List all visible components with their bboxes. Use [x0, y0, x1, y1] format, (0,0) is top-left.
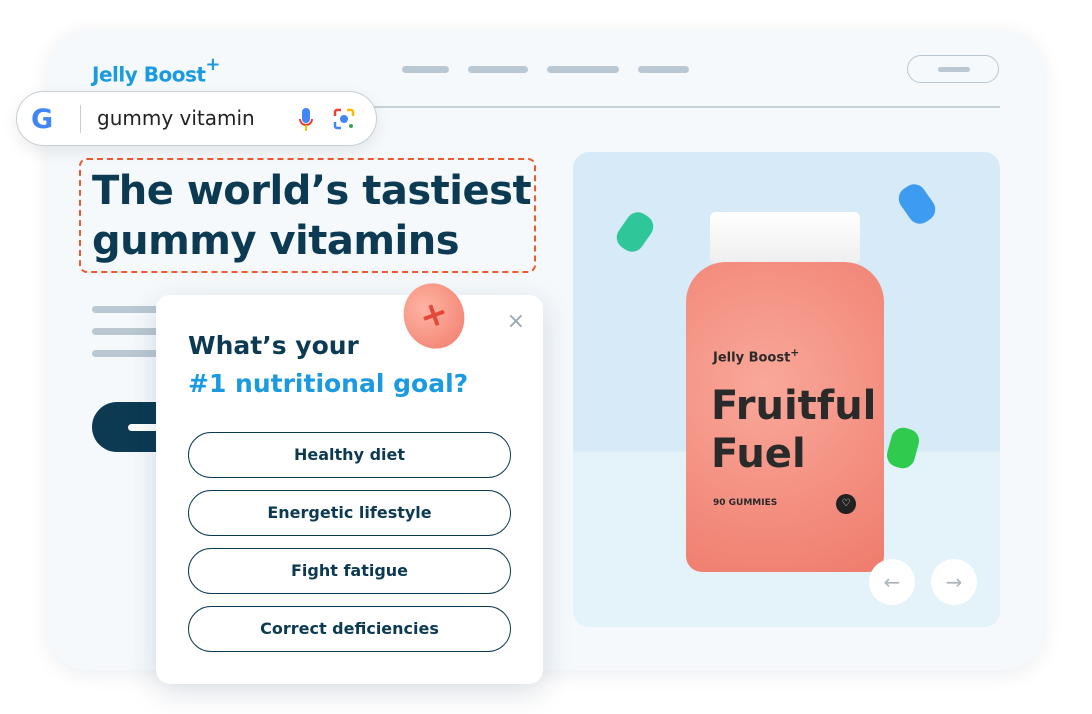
nav-link-placeholder[interactable]	[547, 66, 619, 73]
heart-icon: ♡	[836, 494, 856, 514]
option-energetic-lifestyle[interactable]: Energetic lifestyle	[188, 490, 511, 536]
option-fight-fatigue[interactable]: Fight fatigue	[188, 548, 511, 594]
jar-cap	[710, 212, 860, 264]
nav-link-placeholder[interactable]	[402, 66, 449, 73]
gummy-bear-icon	[894, 179, 940, 229]
search-bar[interactable]: G gummy vitamin	[16, 91, 377, 146]
gummy-bear-icon	[884, 425, 922, 471]
carousel-prev-button[interactable]: ←	[869, 559, 915, 605]
product-image: Jelly Boost+ Fruitful Fuel 90 GUMMIES ♡ ←…	[573, 152, 1000, 627]
product-jar: Jelly Boost+ Fruitful Fuel 90 GUMMIES ♡	[686, 262, 884, 572]
logo[interactable]: Jelly Boost+	[92, 54, 220, 87]
mic-icon[interactable]	[299, 108, 313, 132]
page-title: The world’s tastiest gummy vitamins	[92, 168, 532, 264]
lens-icon[interactable]	[333, 108, 355, 130]
text-placeholder	[92, 350, 162, 357]
header-button[interactable]	[907, 55, 999, 83]
option-correct-deficiencies[interactable]: Correct deficiencies	[188, 606, 511, 652]
google-logo: G	[31, 104, 54, 135]
nav-link-placeholder[interactable]	[638, 66, 689, 73]
carousel-next-button[interactable]: →	[931, 559, 977, 605]
text-placeholder	[92, 306, 162, 313]
header-divider	[370, 106, 1000, 108]
option-healthy-diet[interactable]: Healthy diet	[188, 432, 511, 478]
gummy-bear-icon	[612, 207, 658, 257]
quiz-popup: × What’s your #1 nutritional goal? Healt…	[156, 295, 543, 684]
popup-question-highlight: #1 nutritional goal?	[188, 369, 469, 398]
popup-question: What’s your	[188, 331, 359, 360]
search-input[interactable]: gummy vitamin	[97, 106, 255, 130]
close-icon[interactable]: ×	[507, 309, 525, 334]
nav-link-placeholder[interactable]	[468, 66, 528, 73]
text-placeholder	[92, 328, 162, 335]
